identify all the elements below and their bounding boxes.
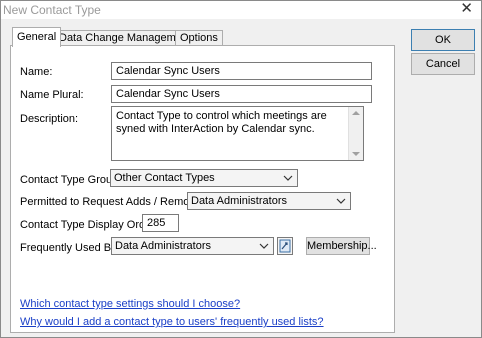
cancel-button[interactable]: Cancel — [411, 53, 475, 75]
name-label: Name: — [20, 66, 53, 78]
frequently-used-label: Frequently Used By: — [20, 242, 120, 254]
scroll-up-icon[interactable] — [352, 111, 360, 115]
tab-general[interactable]: General — [12, 27, 62, 47]
name-plural-label: Name Plural: — [20, 89, 84, 101]
frequently-used-value: Data Administrators — [115, 240, 211, 252]
settings-help-link[interactable]: Which contact type settings should I cho… — [20, 298, 240, 310]
dialog-window: New Contact Type ✕ General Data Change M… — [0, 0, 482, 338]
frequent-lists-help-link[interactable]: Why would I add a contact type to users'… — [20, 316, 324, 328]
tab-options[interactable]: Options — [175, 30, 223, 46]
ok-button[interactable]: OK — [411, 29, 475, 51]
chevron-down-icon — [259, 243, 269, 249]
name-field[interactable]: Calendar Sync Users — [111, 62, 372, 80]
permitted-value: Data Administrators — [191, 195, 287, 207]
window-title: New Contact Type — [3, 3, 101, 17]
frequently-used-select[interactable]: Data Administrators — [111, 237, 274, 255]
description-text: Contact Type to control which meetings a… — [116, 110, 327, 135]
chevron-down-icon — [283, 175, 293, 181]
contact-type-group-value: Other Contact Types — [114, 172, 215, 184]
contact-type-group-label: Contact Type Group: — [20, 174, 122, 186]
title-bar: New Contact Type ✕ — [1, 1, 481, 19]
chevron-down-icon — [336, 198, 346, 204]
general-panel: Name: Calendar Sync Users Name Plural: C… — [10, 45, 395, 333]
display-order-label: Contact Type Display Order: — [20, 219, 158, 231]
membership-button[interactable]: Membership... — [306, 237, 377, 255]
description-scrollbar[interactable] — [348, 107, 363, 160]
contact-type-group-select[interactable]: Other Contact Types — [110, 169, 298, 187]
scroll-down-icon[interactable] — [352, 152, 360, 156]
name-plural-field[interactable]: Calendar Sync Users — [111, 85, 372, 103]
lookup-button[interactable] — [277, 237, 293, 255]
permitted-select[interactable]: Data Administrators — [187, 192, 351, 210]
display-order-field[interactable]: 285 — [142, 214, 179, 232]
permitted-label: Permitted to Request Adds / Removes: — [20, 196, 210, 208]
description-field[interactable]: Contact Type to control which meetings a… — [111, 106, 364, 161]
close-icon[interactable]: ✕ — [460, 1, 473, 17]
description-label: Description: — [20, 113, 79, 125]
lookup-icon — [279, 239, 291, 253]
